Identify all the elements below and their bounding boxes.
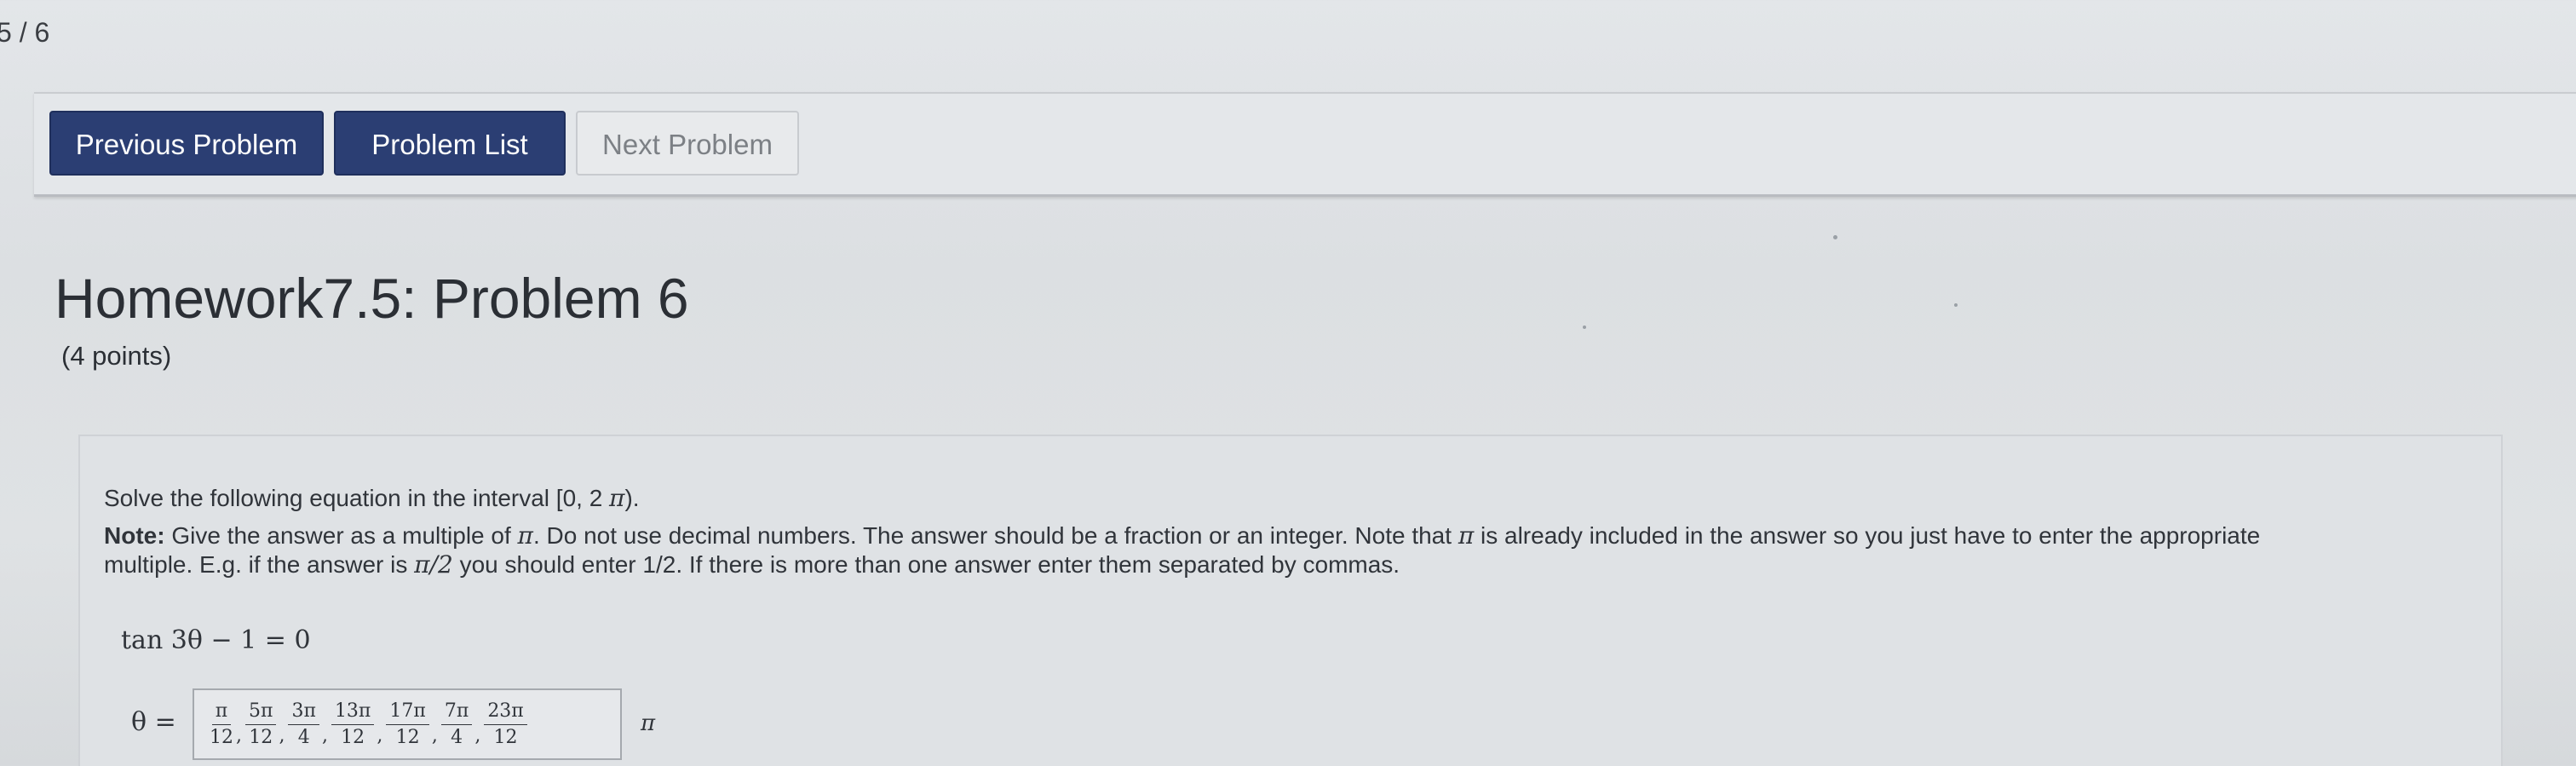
note-text-b: . Do not use decimal numbers. The answer… <box>532 522 1458 549</box>
fraction-numerator: 13π <box>331 700 375 725</box>
fraction-separator: , <box>279 724 285 746</box>
fraction-denominator: 12 <box>493 726 518 748</box>
problem-navigation: Previous Problem Problem List Next Probl… <box>34 92 2576 197</box>
fraction-numerator: 23π <box>484 700 527 725</box>
problem-instruction: Solve the following equation in the inte… <box>104 484 640 512</box>
fraction-denominator: 4 <box>451 726 463 748</box>
problem-body: Solve the following equation in the inte… <box>78 435 2503 766</box>
answer-input[interactable]: π 12, 5π 12, 3π 4, 13π 12, 17π 12, 7π 4, 23π 12 <box>193 688 622 760</box>
problem-list-button[interactable]: Problem List <box>334 111 566 176</box>
page-counter: 5 / 6 <box>0 17 50 48</box>
fraction-denominator: 12 <box>210 726 233 748</box>
previous-problem-button[interactable]: Previous Problem <box>49 111 324 176</box>
screen-speck <box>1583 325 1586 329</box>
problem-note-continued: multiple. E.g. if the answer is π/2 you … <box>104 550 1400 579</box>
fraction-denominator: 12 <box>249 726 273 748</box>
answer-value: π 12, 5π 12, 3π 4, 13π 12, 17π 12, 7π 4, 23π 12 <box>210 700 527 750</box>
next-problem-button[interactable]: Next Problem <box>576 111 799 176</box>
fraction-numerator: 3π <box>288 700 319 725</box>
instruction-text-start: Solve the following equation in the inte… <box>104 485 610 511</box>
pi-symbol: π <box>1458 521 1475 550</box>
answer-fraction: 5π 12 <box>245 700 277 750</box>
screen-speck <box>1833 235 1837 239</box>
example-math: π/2 <box>414 550 453 579</box>
fraction-numerator: 17π <box>386 700 429 725</box>
instruction-text-end: ). <box>624 485 640 511</box>
fraction-separator: , <box>431 724 438 746</box>
pi-symbol: π <box>517 521 533 550</box>
note-text-c: is already included in the answer so you… <box>1474 522 2261 549</box>
fraction-separator: , <box>377 724 383 746</box>
problem-equation: tan 3θ − 1 = 0 <box>121 625 311 655</box>
fraction-separator: , <box>236 724 242 746</box>
fraction-denominator: 4 <box>297 726 310 748</box>
problem-points: (4 points) <box>61 341 172 371</box>
pi-symbol: π <box>609 484 625 512</box>
problem-note: Note: Give the answer as a multiple of π… <box>104 521 2260 550</box>
answer-fraction: 23π 12 <box>484 700 527 750</box>
note-example-start: multiple. E.g. if the answer is <box>104 551 415 578</box>
answer-unit: π <box>641 711 656 736</box>
fraction-numerator: π <box>211 700 232 725</box>
fraction-numerator: 5π <box>245 700 277 725</box>
answer-fraction: 7π 4 <box>440 700 473 750</box>
fraction-separator: , <box>321 724 328 746</box>
note-example-end: you should enter 1/2. If there is more t… <box>452 551 1400 578</box>
note-text-a: Give the answer as a multiple of <box>164 522 518 549</box>
screen-speck <box>1954 303 1958 307</box>
answer-label: θ = <box>131 707 176 737</box>
fraction-separator: , <box>474 724 481 746</box>
fraction-denominator: 12 <box>341 726 365 748</box>
fraction-numerator: 7π <box>440 700 473 725</box>
note-label: Note: <box>104 522 165 549</box>
fraction-denominator: 12 <box>395 726 420 748</box>
answer-fraction: 3π 4 <box>288 700 319 750</box>
answer-fraction: 13π 12 <box>331 700 375 750</box>
answer-fraction: π 12 <box>210 700 233 750</box>
problem-title: Homework7.5: Problem 6 <box>55 267 689 330</box>
answer-fraction: 17π 12 <box>386 700 429 750</box>
